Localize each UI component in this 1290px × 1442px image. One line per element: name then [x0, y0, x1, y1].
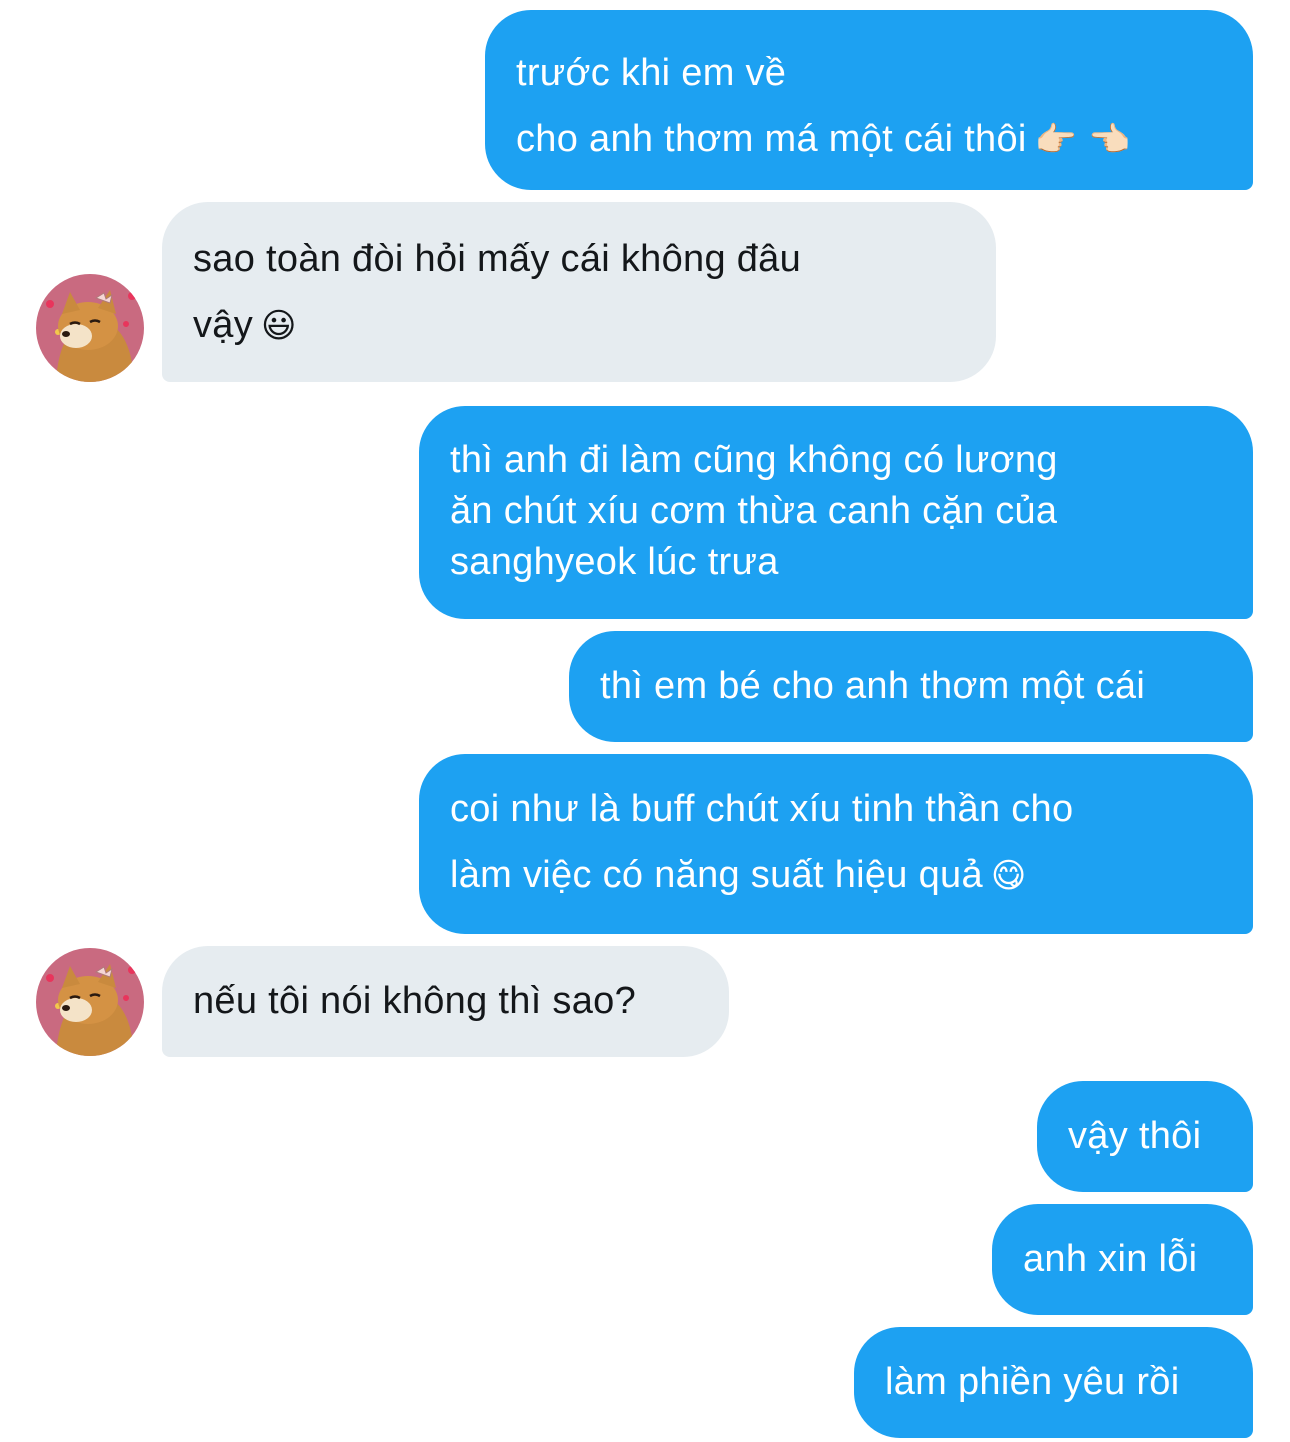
message-line: cho anh thơm má một cái thôi 👉🏻 👈🏻 [516, 118, 1132, 160]
sent-message-bubble[interactable]: coi như là buff chút xíu tinh thần cho l… [419, 754, 1253, 934]
message-line: sao toàn đòi hỏi mấy cái không đâu [193, 238, 802, 280]
yum-face-emoji: 😋 [990, 856, 1027, 896]
message-line: làm việc có năng suất hiệu quả 😋 [450, 854, 1027, 896]
sent-message-bubble[interactable]: thì em bé cho anh thơm một cái [569, 631, 1253, 742]
sent-message-bubble[interactable]: thì anh đi làm cũng không có lương ăn ch… [419, 406, 1253, 619]
message-line: nếu tôi nói không thì sao? [193, 980, 637, 1022]
message-line: làm phiền yêu rồi [885, 1361, 1180, 1403]
message-line: thì anh đi làm cũng không có lương [450, 439, 1058, 481]
sent-message-bubble[interactable]: làm phiền yêu rồi [854, 1327, 1253, 1438]
message-line: sanghyeok lúc trưa [450, 541, 779, 583]
grinning-face-emoji: 😃 [261, 306, 297, 346]
received-message-bubble[interactable]: nếu tôi nói không thì sao? [162, 946, 729, 1057]
message-line: ăn chút xíu cơm thừa canh cặn của [450, 490, 1058, 532]
message-line: vậy thôi [1068, 1115, 1202, 1157]
sent-message-bubble[interactable]: anh xin lỗi [992, 1204, 1253, 1315]
pointing-hands-emoji: 👉🏻 👈🏻 [1034, 120, 1132, 160]
sent-message-bubble[interactable]: vậy thôi [1037, 1081, 1253, 1192]
shiba-dog-avatar-icon [36, 948, 144, 1056]
contact-avatar[interactable] [36, 274, 144, 382]
message-line: vậy 😃 [193, 304, 297, 346]
received-message-bubble[interactable]: sao toàn đòi hỏi mấy cái không đâu vậy 😃 [162, 202, 996, 382]
sent-message-bubble[interactable]: trước khi em về cho anh thơm má một cái … [485, 10, 1253, 190]
message-line: trước khi em về [516, 52, 787, 94]
contact-avatar[interactable] [36, 948, 144, 1056]
message-line: anh xin lỗi [1023, 1238, 1198, 1280]
shiba-dog-avatar-icon [36, 274, 144, 382]
message-line: thì em bé cho anh thơm một cái [600, 665, 1146, 707]
message-line: coi như là buff chút xíu tinh thần cho [450, 788, 1074, 830]
message-thread: trước khi em về cho anh thơm má một cái … [0, 0, 1290, 1442]
